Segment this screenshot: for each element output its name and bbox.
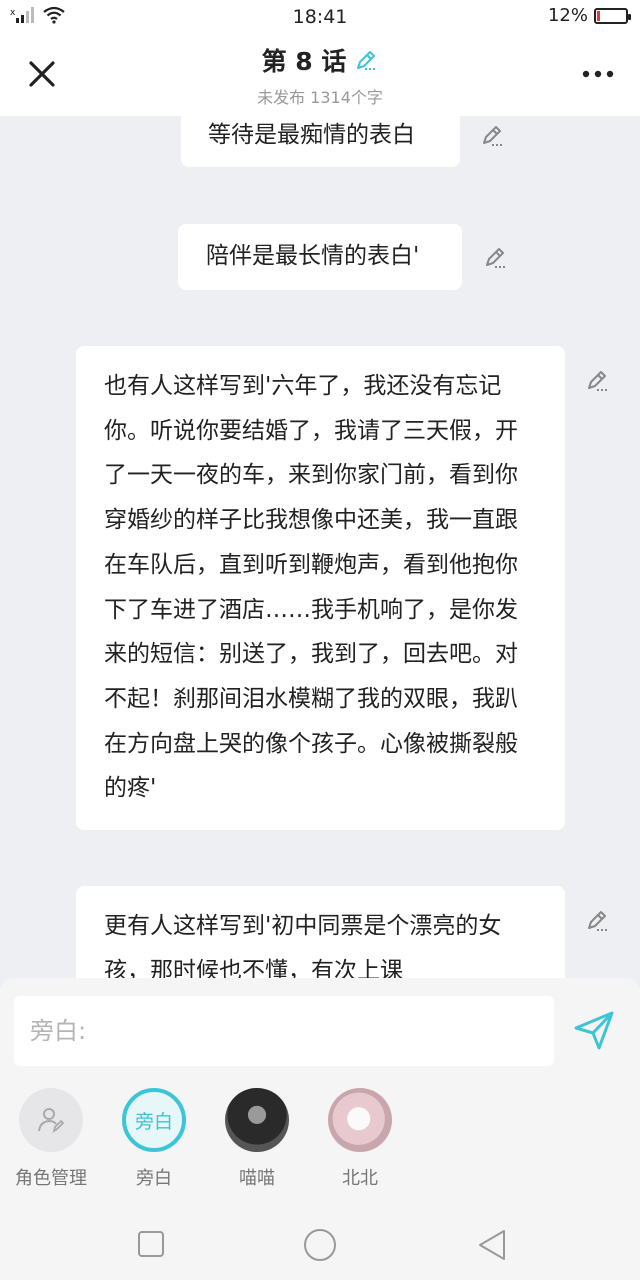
battery-icon	[594, 7, 631, 24]
message-bubble[interactable]: 更有人这样写到'初中同票是个漂亮的女孩，那时候也不懂，有次上课	[76, 886, 565, 978]
role-manage-avatar	[19, 1088, 83, 1152]
triangle-back-icon[interactable]	[476, 1228, 508, 1262]
message-text: 陪伴是最长情的表白'	[206, 243, 420, 269]
status-bar: x 18:41 12%	[0, 0, 640, 34]
editor-header: 第 8 话 未发布 1314个字	[0, 34, 640, 116]
user-edit-icon	[38, 1108, 65, 1134]
narrator-avatar-text: 旁白	[134, 1110, 173, 1133]
battery-fill	[597, 10, 600, 21]
role-manage-button[interactable]: 角色管理	[6, 1088, 96, 1190]
role-label: 角色管理	[15, 1168, 87, 1189]
message-bubble[interactable]: 陪伴是最长情的表白'	[178, 224, 462, 290]
square-icon[interactable]	[137, 1230, 165, 1258]
chapter-title-row[interactable]: 第 8 话	[262, 42, 379, 78]
message-list: 等待是最痴情的表白 陪伴是最长情的表白' 也有人这样写到'六年了，我还没有忘记你…	[0, 116, 640, 978]
battery-percent: 12%	[547, 5, 588, 26]
chapter-subtitle: 未发布 1314个字	[257, 88, 383, 107]
edit-title-icon[interactable]	[354, 48, 378, 72]
circle-icon[interactable]	[302, 1227, 338, 1263]
role-miaomiao[interactable]: 喵喵	[212, 1088, 302, 1190]
role-label: 北北	[342, 1168, 378, 1189]
input-panel: 角色管理 旁白 旁白 喵喵 北北	[0, 978, 640, 1208]
chapter-title: 第 8 话	[261, 47, 347, 76]
edit-icon[interactable]	[585, 368, 611, 394]
avatar	[225, 1088, 289, 1152]
message-text: 更有人这样写到'初中同票是个漂亮的女孩，那时候也不懂，有次上课	[104, 913, 502, 978]
title-area: 第 8 话 未发布 1314个字	[0, 42, 640, 108]
system-nav-bar	[0, 1208, 640, 1280]
role-beibei[interactable]: 北北	[315, 1088, 405, 1190]
message-bubble[interactable]: 等待是最痴情的表白	[181, 116, 460, 167]
dialogue-input[interactable]	[14, 996, 554, 1066]
status-right: 12%	[547, 5, 631, 26]
send-icon[interactable]	[572, 1008, 616, 1052]
edit-icon[interactable]	[585, 908, 611, 934]
role-label: 喵喵	[239, 1168, 275, 1189]
role-label: 旁白	[136, 1168, 172, 1189]
message-text: 等待是最痴情的表白	[208, 122, 415, 148]
more-icon[interactable]	[580, 64, 616, 84]
message-text: 也有人这样写到'六年了，我还没有忘记你。听说你要结婚了，我请了三天假，开了一天一…	[104, 373, 518, 802]
edit-icon[interactable]	[480, 123, 506, 149]
narrator-avatar: 旁白	[122, 1088, 186, 1152]
avatar	[328, 1088, 392, 1152]
status-time: 18:41	[292, 6, 348, 28]
edit-icon[interactable]	[483, 245, 509, 271]
message-bubble[interactable]: 也有人这样写到'六年了，我还没有忘记你。听说你要结婚了，我请了三天假，开了一天一…	[76, 346, 565, 830]
role-narrator[interactable]: 旁白 旁白	[109, 1088, 199, 1190]
